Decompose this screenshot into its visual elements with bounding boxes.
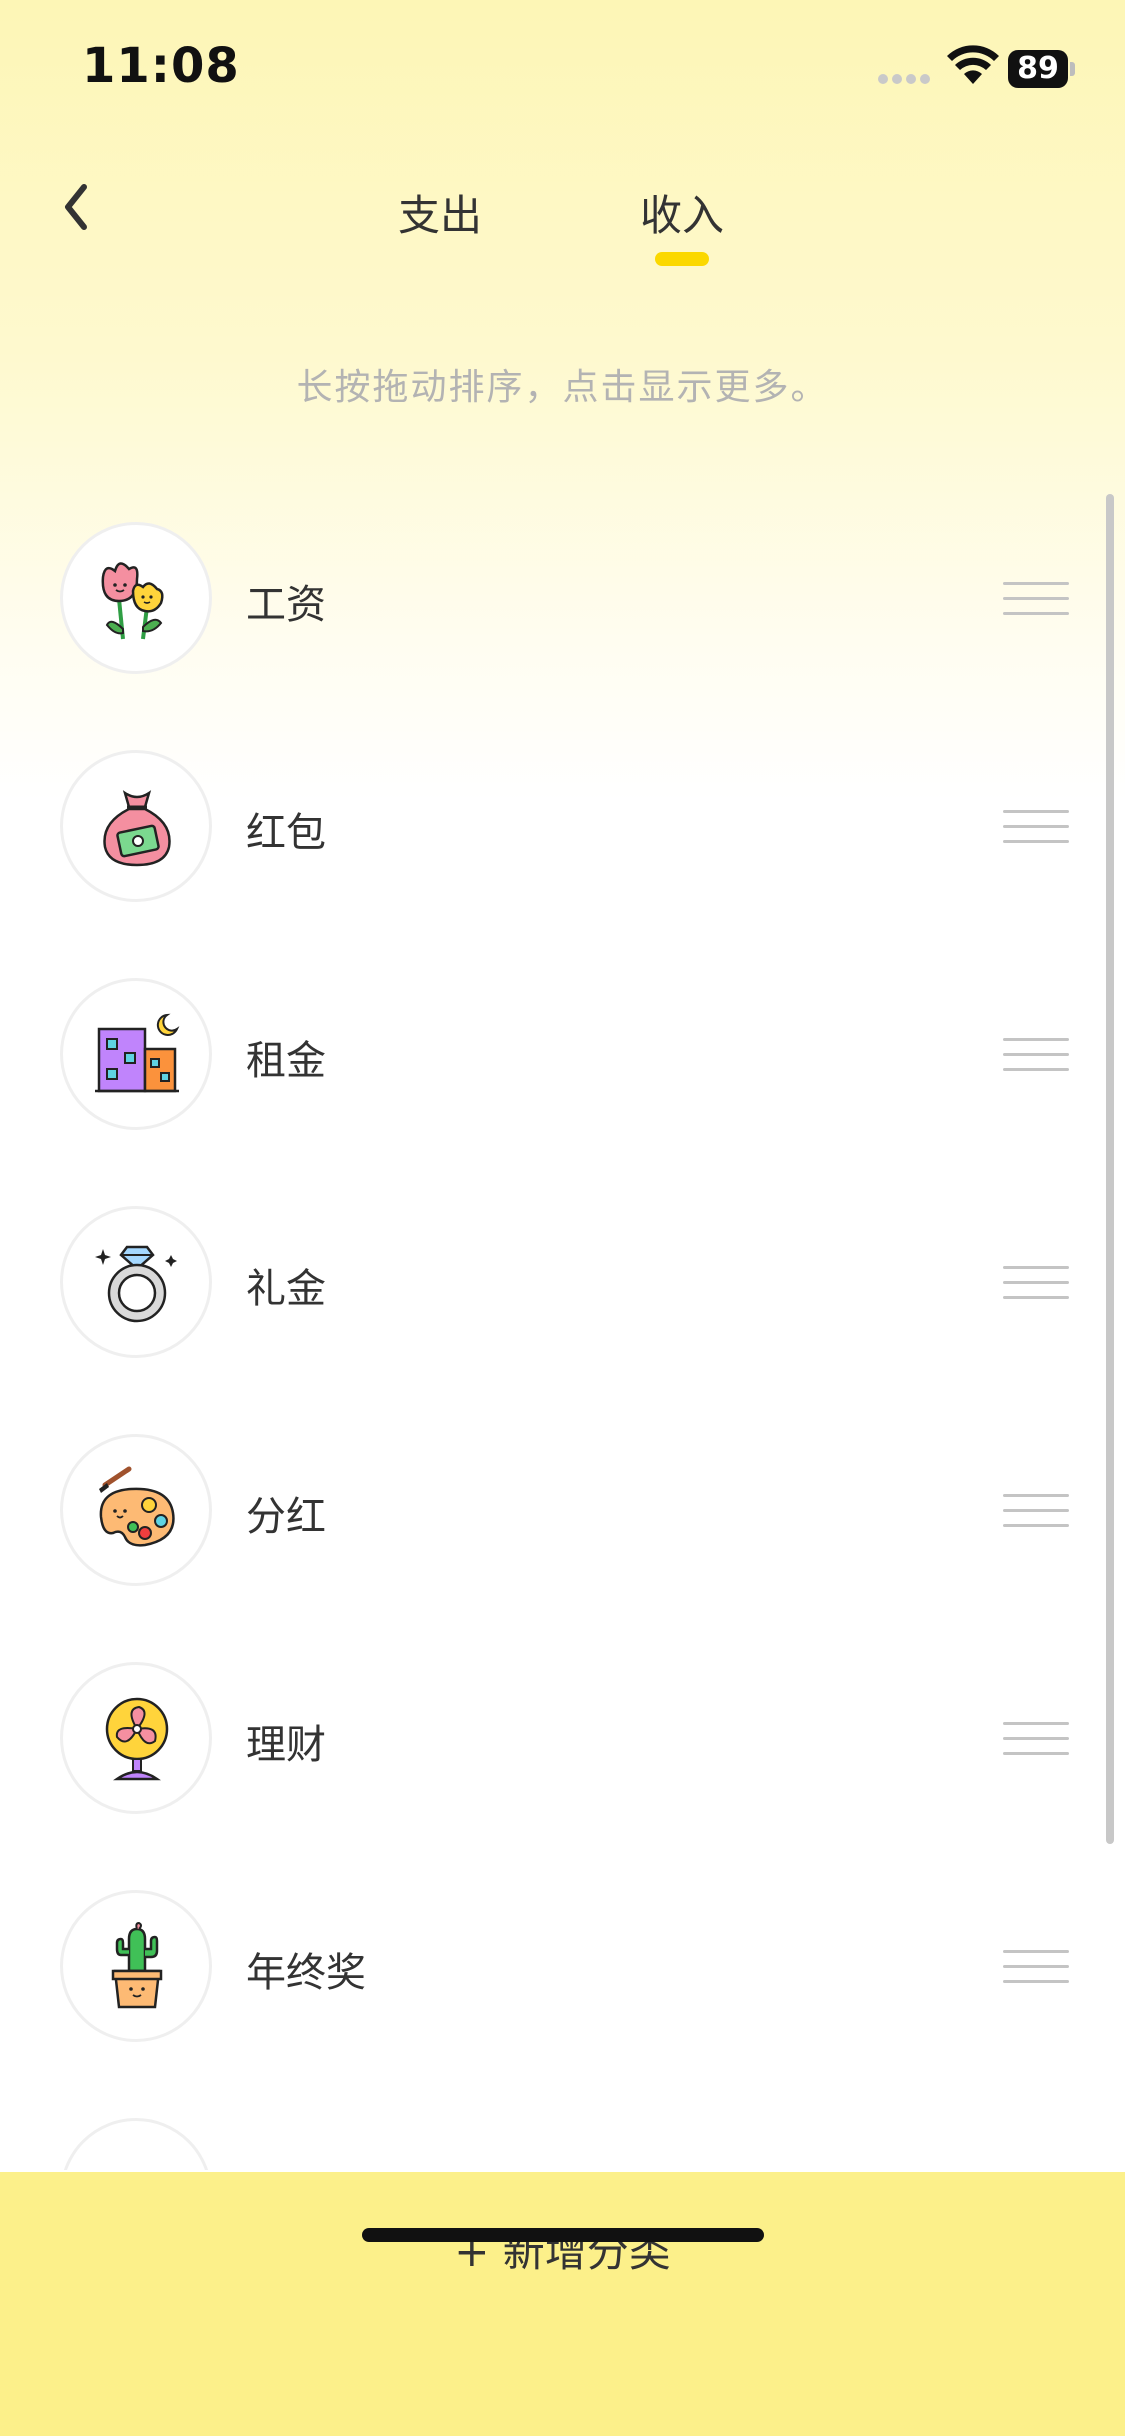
category-list: 工资 红包 租金 礼金 分红 理财 年终奖 [0,490,1125,2170]
tab-expense[interactable]: 支出 [380,182,500,243]
fan-icon [105,1697,169,1781]
list-item[interactable]: 分红 [0,1402,1125,1630]
category-icon-circle [60,1434,212,1586]
palette-icon [99,1466,175,1547]
list-item[interactable] [0,2086,1125,2170]
chevron-left-icon[interactable] [50,172,106,242]
list-item[interactable]: 租金 [0,946,1125,1174]
add-category-button[interactable]: + 新增分类 [0,2172,1125,2332]
tab-income[interactable]: 收入 [622,182,742,243]
buildings-icon [95,1013,180,1093]
category-label: 工资 [246,582,326,628]
category-label: 理财 [246,1722,326,1768]
drag-handle-icon[interactable] [1003,1722,1069,1756]
category-icon-circle [60,522,212,674]
drag-handle-icon[interactable] [1003,1494,1069,1528]
active-tab-indicator [655,252,709,266]
list-item[interactable]: 红包 [0,718,1125,946]
category-label: 红包 [246,810,326,856]
ring-icon [95,1245,177,1323]
scrollbar[interactable] [1106,494,1114,1844]
battery-level: 89 [1008,50,1068,88]
drag-handle-icon[interactable] [1003,1038,1069,1072]
cactus-icon [111,1921,163,2009]
money-bag-icon [103,790,171,867]
category-icon-circle [60,750,212,902]
category-label: 分红 [246,1494,326,1540]
drag-handle-icon[interactable] [1003,1950,1069,1984]
flowers-icon [101,562,164,640]
status-bar: 11:08 89 [0,0,1125,140]
category-icon-circle [60,2118,212,2170]
status-time: 11:08 [82,38,240,94]
category-label: 租金 [246,1038,326,1084]
list-item[interactable]: 理财 [0,1630,1125,1858]
category-label: 礼金 [246,1266,326,1312]
battery-tip [1070,62,1075,76]
cellular-signal-icon [878,74,934,86]
sort-hint: 长按拖动排序，点击显示更多。 [296,367,829,408]
wifi-icon [947,45,999,84]
list-item[interactable]: 工资 [0,490,1125,718]
category-icon-circle [60,1890,212,2042]
bottom-bar: + 新增分类 [0,2172,1125,2436]
drag-handle-icon[interactable] [1003,1266,1069,1300]
category-icon-circle [60,1206,212,1358]
category-icon-circle [60,978,212,1130]
list-item[interactable]: 年终奖 [0,1858,1125,2086]
list-item[interactable]: 礼金 [0,1174,1125,1402]
drag-handle-icon[interactable] [1003,810,1069,844]
category-label: 年终奖 [246,1950,366,1996]
home-indicator[interactable] [362,2228,764,2242]
drag-handle-icon[interactable] [1003,582,1069,616]
category-icon-circle [60,1662,212,1814]
